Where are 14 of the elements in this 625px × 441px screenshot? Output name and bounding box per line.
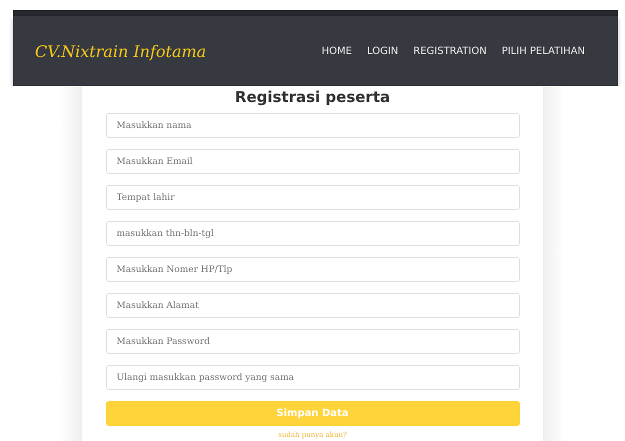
input-field[interactable]: Masukkan Alamat bbox=[106, 293, 520, 318]
brand-logo[interactable]: CV.Nixtrain Infotama bbox=[35, 42, 206, 60]
nav-link[interactable]: HOME bbox=[322, 46, 352, 56]
nav-link[interactable]: REGISTRATION bbox=[413, 46, 487, 56]
input-field[interactable]: Masukkan Email bbox=[106, 149, 520, 174]
input-field[interactable]: Tempat lahir bbox=[106, 185, 520, 210]
form-title: Registrasi peserta bbox=[234, 88, 390, 106]
input-field[interactable]: Masukkan nama bbox=[106, 113, 520, 138]
nav-link[interactable]: PILIH PELATIHAN bbox=[502, 46, 585, 56]
input-field[interactable]: Masukkan Nomer HP/Tlp bbox=[106, 257, 520, 282]
input-field[interactable]: Ulangi masukkan password yang sama bbox=[106, 365, 520, 390]
nav-link[interactable]: LOGIN bbox=[366, 46, 398, 56]
input-field[interactable]: masukkan thn-bln-tgl bbox=[106, 221, 520, 246]
input-field[interactable]: Masukkan Password bbox=[106, 329, 520, 354]
